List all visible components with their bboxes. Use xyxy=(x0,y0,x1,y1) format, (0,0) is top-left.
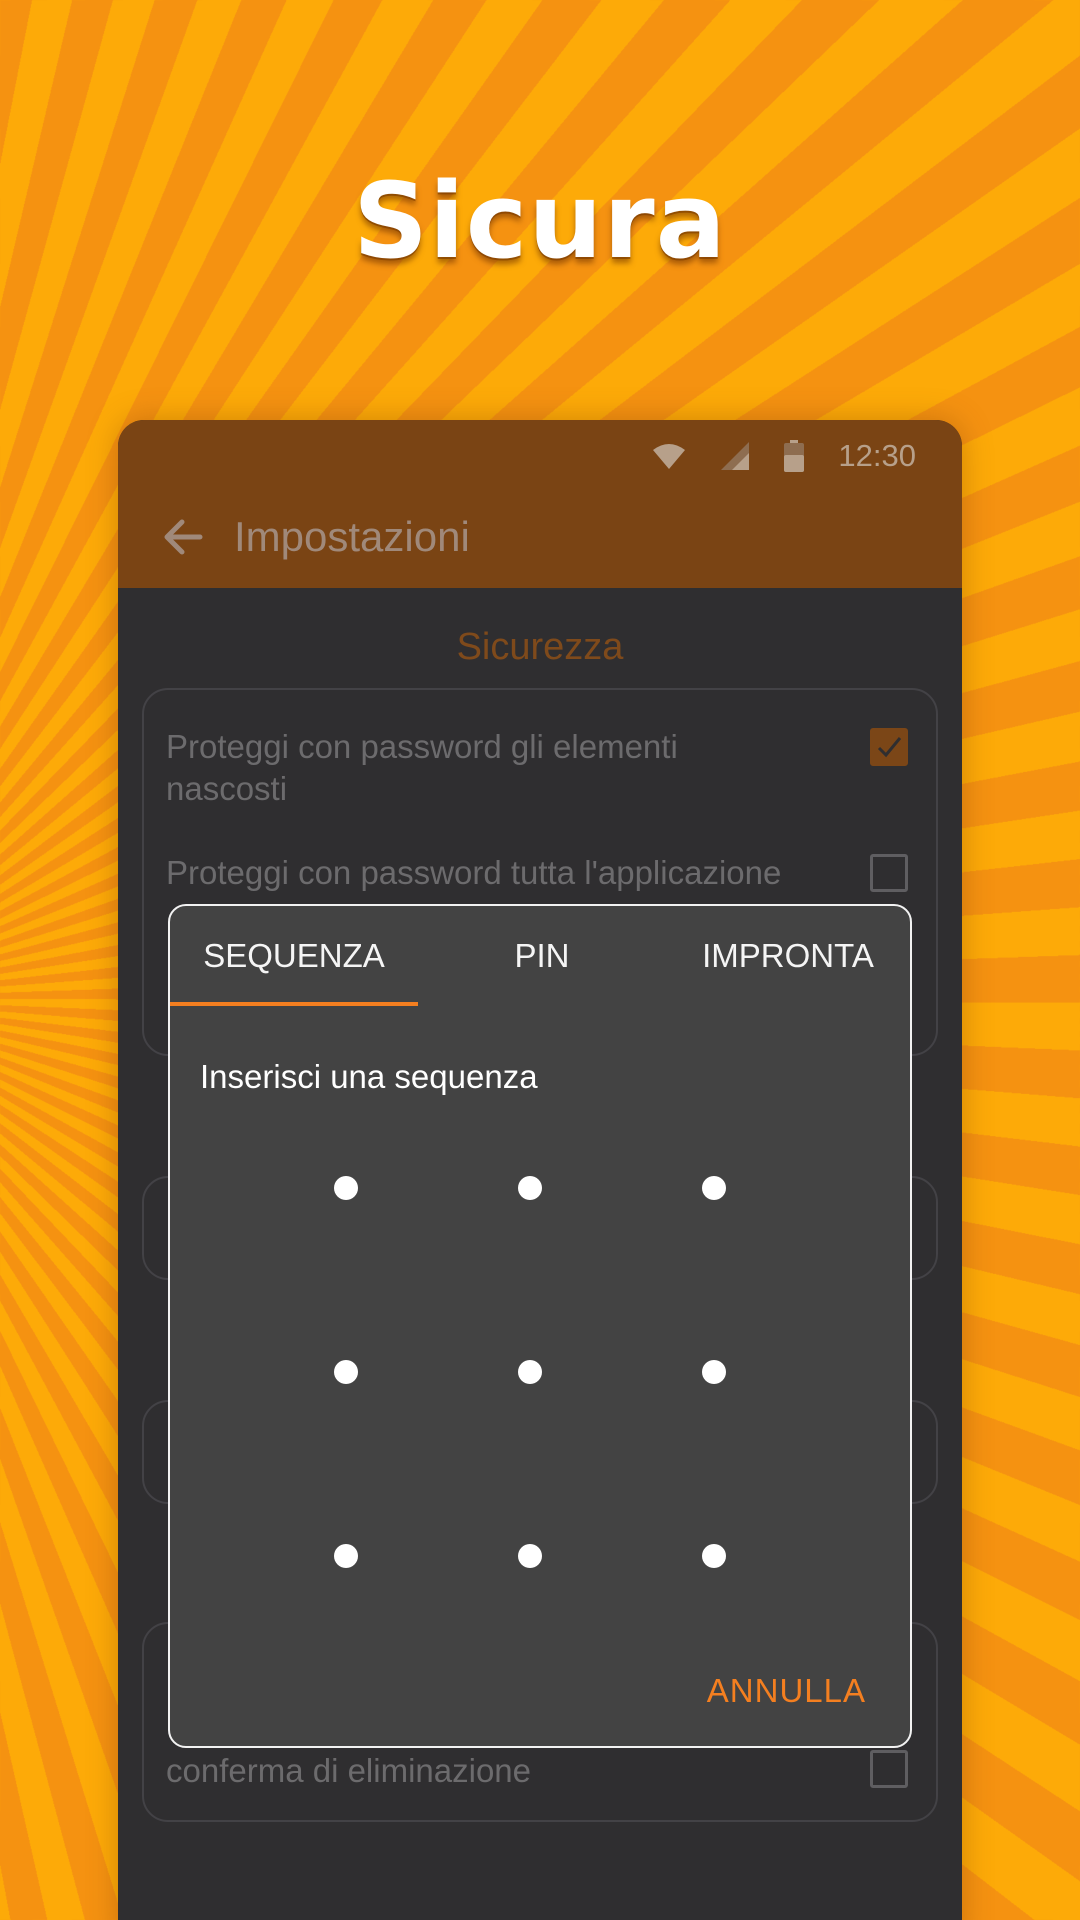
pattern-dot[interactable] xyxy=(334,1176,358,1200)
protect-app-checkbox[interactable] xyxy=(870,854,908,892)
pattern-dot[interactable] xyxy=(334,1544,358,1568)
tab-sequenza[interactable]: SEQUENZA xyxy=(170,906,418,1006)
protect-hidden-checkbox[interactable] xyxy=(870,728,908,766)
wifi-icon xyxy=(653,444,686,469)
dialog-prompt: Inserisci una sequenza xyxy=(200,1058,538,1095)
toolbar-title: Impostazioni xyxy=(234,513,470,560)
pattern-dot[interactable] xyxy=(702,1176,726,1200)
dialog-tabs: SEQUENZA PIN IMPRONTA xyxy=(170,906,910,1006)
toolbar: Impostazioni xyxy=(160,502,470,572)
lock-dialog: SEQUENZA PIN IMPRONTA Inserisci una sequ… xyxy=(168,904,912,1748)
pattern-dot[interactable] xyxy=(518,1544,542,1568)
tab-indicator xyxy=(170,1002,418,1006)
check-icon xyxy=(877,737,902,758)
app-bar: 12:30 Impostazioni xyxy=(118,420,962,588)
headline: Sicura xyxy=(353,160,727,282)
delete-confirm-checkbox[interactable] xyxy=(870,1750,908,1788)
status-bar: 12:30 xyxy=(652,432,916,480)
setting-protect-app-label[interactable]: Proteggi con password tutta l'applicazio… xyxy=(166,852,846,894)
section-title: Sicurezza xyxy=(456,626,624,668)
status-time: 12:30 xyxy=(838,438,916,473)
pattern-dot[interactable] xyxy=(518,1360,542,1384)
pattern-dot[interactable] xyxy=(702,1544,726,1568)
pattern-dot[interactable] xyxy=(702,1360,726,1384)
pattern-dot[interactable] xyxy=(334,1360,358,1384)
pattern-dot[interactable] xyxy=(518,1176,542,1200)
cancel-button[interactable]: ANNULLA xyxy=(707,1672,866,1710)
setting-delete-confirm-label[interactable]: conferma di eliminazione xyxy=(166,1750,726,1792)
battery-icon xyxy=(784,440,805,472)
setting-protect-hidden-label[interactable]: Proteggi con password gli elementi nasco… xyxy=(166,726,726,810)
arrow-back-icon[interactable] xyxy=(160,514,206,560)
tab-impronta[interactable]: IMPRONTA xyxy=(666,906,910,1006)
tab-pin[interactable]: PIN xyxy=(418,906,666,1006)
signal-icon xyxy=(721,442,750,470)
